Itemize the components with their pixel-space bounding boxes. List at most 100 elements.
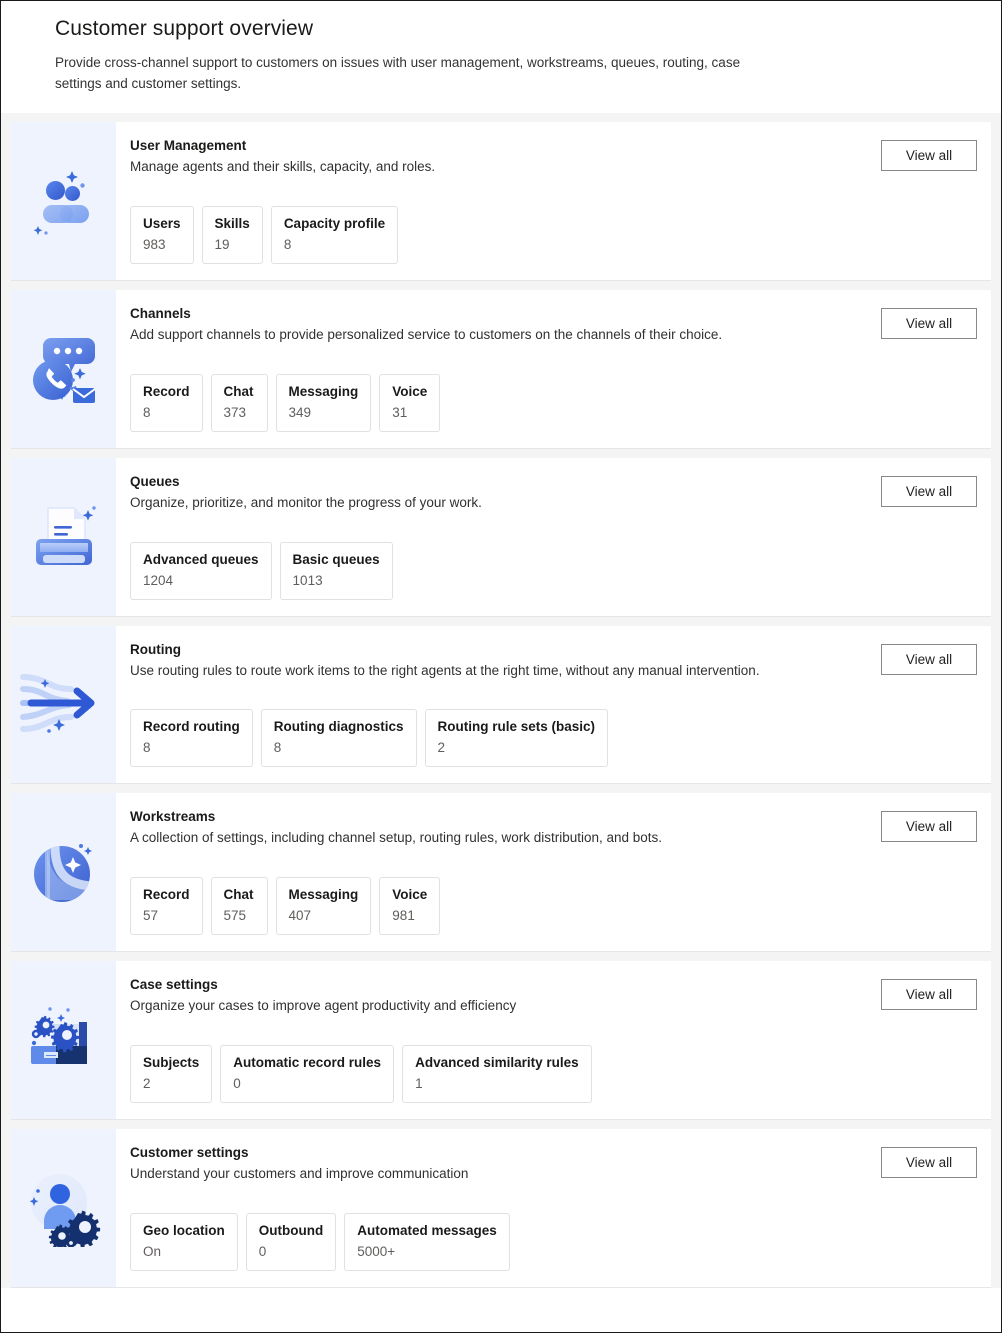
stat-tile[interactable]: Chat 575 bbox=[210, 877, 268, 936]
card-text-block: Customer settings Understand your custom… bbox=[130, 1145, 881, 1184]
stat-tile-label: Basic queues bbox=[292, 551, 380, 567]
stat-tile-label: Automated messages bbox=[357, 1223, 497, 1239]
stat-tile-value: 19 bbox=[214, 236, 230, 252]
card-description: Use routing rules to route work items to… bbox=[130, 662, 760, 678]
stat-tile[interactable]: Routing diagnostics 8 bbox=[260, 709, 417, 768]
view-all-button[interactable]: View all bbox=[881, 307, 977, 339]
stat-tile-label: Subjects bbox=[143, 1055, 200, 1071]
overview-card: Channels Add support channels to provide… bbox=[11, 289, 991, 449]
stat-tile[interactable]: Advanced similarity rules 1 bbox=[402, 1045, 592, 1104]
people-icon bbox=[27, 164, 101, 238]
stat-tile[interactable]: Advanced queues 1204 bbox=[130, 541, 272, 600]
card-body: Channels Add support channels to provide… bbox=[116, 290, 991, 448]
card-text-block: Routing Use routing rules to route work … bbox=[130, 642, 881, 681]
stat-tile[interactable]: Messaging 407 bbox=[275, 877, 372, 936]
stat-tile-label: Capacity profile bbox=[283, 215, 386, 231]
card-body: Routing Use routing rules to route work … bbox=[116, 626, 991, 784]
card-description: Organize your cases to improve agent pro… bbox=[130, 998, 517, 1014]
stat-tile[interactable]: Messaging 349 bbox=[275, 373, 372, 432]
view-all-button[interactable]: View all bbox=[881, 475, 977, 507]
view-all-button[interactable]: View all bbox=[881, 643, 977, 675]
card-body: User Management Manage agents and their … bbox=[116, 122, 991, 280]
card-header-row: Queues Organize, prioritize, and monitor… bbox=[130, 474, 977, 513]
overview-card-wrapper: Queues Organize, prioritize, and monitor… bbox=[1, 448, 1001, 617]
stat-tile-value: 8 bbox=[143, 404, 151, 420]
stat-tile[interactable]: Capacity profile 8 bbox=[270, 205, 399, 264]
stat-tile-label: Messaging bbox=[288, 383, 359, 399]
overview-card: Queues Organize, prioritize, and monitor… bbox=[11, 457, 991, 617]
card-description: Organize, prioritize, and monitor the pr… bbox=[130, 494, 482, 510]
overview-card: Case settings Organize your cases to imp… bbox=[11, 961, 991, 1121]
overview-card-wrapper: Case settings Organize your cases to imp… bbox=[1, 952, 1001, 1121]
card-icon-panel bbox=[11, 793, 116, 952]
card-description: Add support channels to provide personal… bbox=[130, 326, 723, 342]
stat-tile[interactable]: Outbound 0 bbox=[245, 1213, 337, 1272]
view-all-button[interactable]: View all bbox=[881, 979, 977, 1011]
stat-tile-value: 1204 bbox=[143, 572, 174, 588]
card-icon-panel bbox=[11, 961, 116, 1120]
stat-tile[interactable]: Record routing 8 bbox=[130, 709, 253, 768]
stat-tile[interactable]: Automatic record rules 0 bbox=[220, 1045, 395, 1104]
card-header-row: Workstreams A collection of settings, in… bbox=[130, 809, 977, 848]
stat-tile-value: 349 bbox=[288, 404, 312, 420]
page-subtitle: Provide cross-channel support to custome… bbox=[55, 55, 741, 91]
stat-tile-value: 31 bbox=[392, 404, 408, 420]
card-body: Queues Organize, prioritize, and monitor… bbox=[116, 458, 991, 616]
stat-tile-label: Voice bbox=[392, 887, 428, 903]
card-header-row: Customer settings Understand your custom… bbox=[130, 1145, 977, 1184]
stat-tile-label: Outbound bbox=[258, 1223, 324, 1239]
stat-tile-label: Geo location bbox=[143, 1223, 225, 1239]
stat-tile[interactable]: Chat 373 bbox=[210, 373, 268, 432]
briefcase-gears-icon bbox=[23, 1002, 105, 1078]
stat-tile-label: Record routing bbox=[143, 719, 240, 735]
stat-tile[interactable]: Automated messages 5000+ bbox=[344, 1213, 510, 1272]
view-all-button[interactable]: View all bbox=[881, 139, 977, 171]
stat-tile[interactable]: Skills 19 bbox=[201, 205, 263, 264]
card-header-row: Case settings Organize your cases to imp… bbox=[130, 977, 977, 1016]
stat-tile-value: On bbox=[143, 1244, 162, 1260]
stat-tile[interactable]: Basic queues 1013 bbox=[279, 541, 393, 600]
stat-tile-value: 8 bbox=[143, 740, 151, 756]
card-text-block: Case settings Organize your cases to imp… bbox=[130, 977, 881, 1016]
stat-tile[interactable]: Users 983 bbox=[130, 205, 194, 264]
stat-tile[interactable]: Record 8 bbox=[130, 373, 203, 432]
stat-tile-label: Chat bbox=[223, 383, 254, 399]
card-description: A collection of settings, including chan… bbox=[130, 830, 663, 846]
stat-tile-label: Record bbox=[143, 887, 190, 903]
card-body: Customer settings Understand your custom… bbox=[116, 1129, 991, 1287]
stat-tile-group: Record 8 Chat 373 Messaging 349 Voice 31 bbox=[130, 373, 977, 432]
card-icon-panel bbox=[11, 1129, 116, 1288]
view-all-button[interactable]: View all bbox=[881, 1147, 977, 1179]
stat-tile-label: Record bbox=[143, 383, 190, 399]
card-description: Understand your customers and improve co… bbox=[130, 1166, 469, 1182]
card-title: User Management bbox=[130, 137, 247, 153]
card-description: Manage agents and their skills, capacity… bbox=[130, 158, 436, 174]
card-title: Customer settings bbox=[130, 1145, 249, 1161]
stat-tile-group: Subjects 2 Automatic record rules 0 Adva… bbox=[130, 1045, 977, 1104]
document-tray-icon bbox=[26, 499, 102, 575]
stat-tile-label: Skills bbox=[214, 215, 250, 231]
card-title: Workstreams bbox=[130, 809, 216, 825]
overview-card-wrapper: Workstreams A collection of settings, in… bbox=[1, 784, 1001, 953]
stat-tile-value: 0 bbox=[258, 1244, 267, 1260]
overview-card: Customer settings Understand your custom… bbox=[11, 1129, 991, 1289]
card-title: Routing bbox=[130, 641, 181, 657]
card-body: Workstreams A collection of settings, in… bbox=[116, 793, 991, 951]
stat-tile[interactable]: Geo location On bbox=[130, 1213, 238, 1272]
stat-tile[interactable]: Voice 981 bbox=[379, 877, 441, 936]
stat-tile-value: 407 bbox=[288, 908, 312, 924]
stat-tile-label: Voice bbox=[392, 383, 428, 399]
routing-arrow-icon bbox=[19, 663, 109, 745]
overview-card-wrapper: Routing Use routing rules to route work … bbox=[1, 616, 1001, 785]
overview-card: Routing Use routing rules to route work … bbox=[11, 625, 991, 785]
stat-tile-value: 2 bbox=[143, 1076, 151, 1092]
stat-tile-value: 8 bbox=[273, 740, 282, 756]
stat-tile[interactable]: Routing rule sets (basic) 2 bbox=[424, 709, 609, 768]
stat-tile[interactable]: Record 57 bbox=[130, 877, 203, 936]
stat-tile[interactable]: Voice 31 bbox=[379, 373, 441, 432]
stat-tile[interactable]: Subjects 2 bbox=[130, 1045, 213, 1104]
person-gears-icon bbox=[24, 1169, 104, 1248]
stat-tile-group: Advanced queues 1204 Basic queues 1013 bbox=[130, 541, 977, 600]
overview-card-wrapper: Customer settings Understand your custom… bbox=[1, 1120, 1001, 1289]
view-all-button[interactable]: View all bbox=[881, 811, 977, 843]
